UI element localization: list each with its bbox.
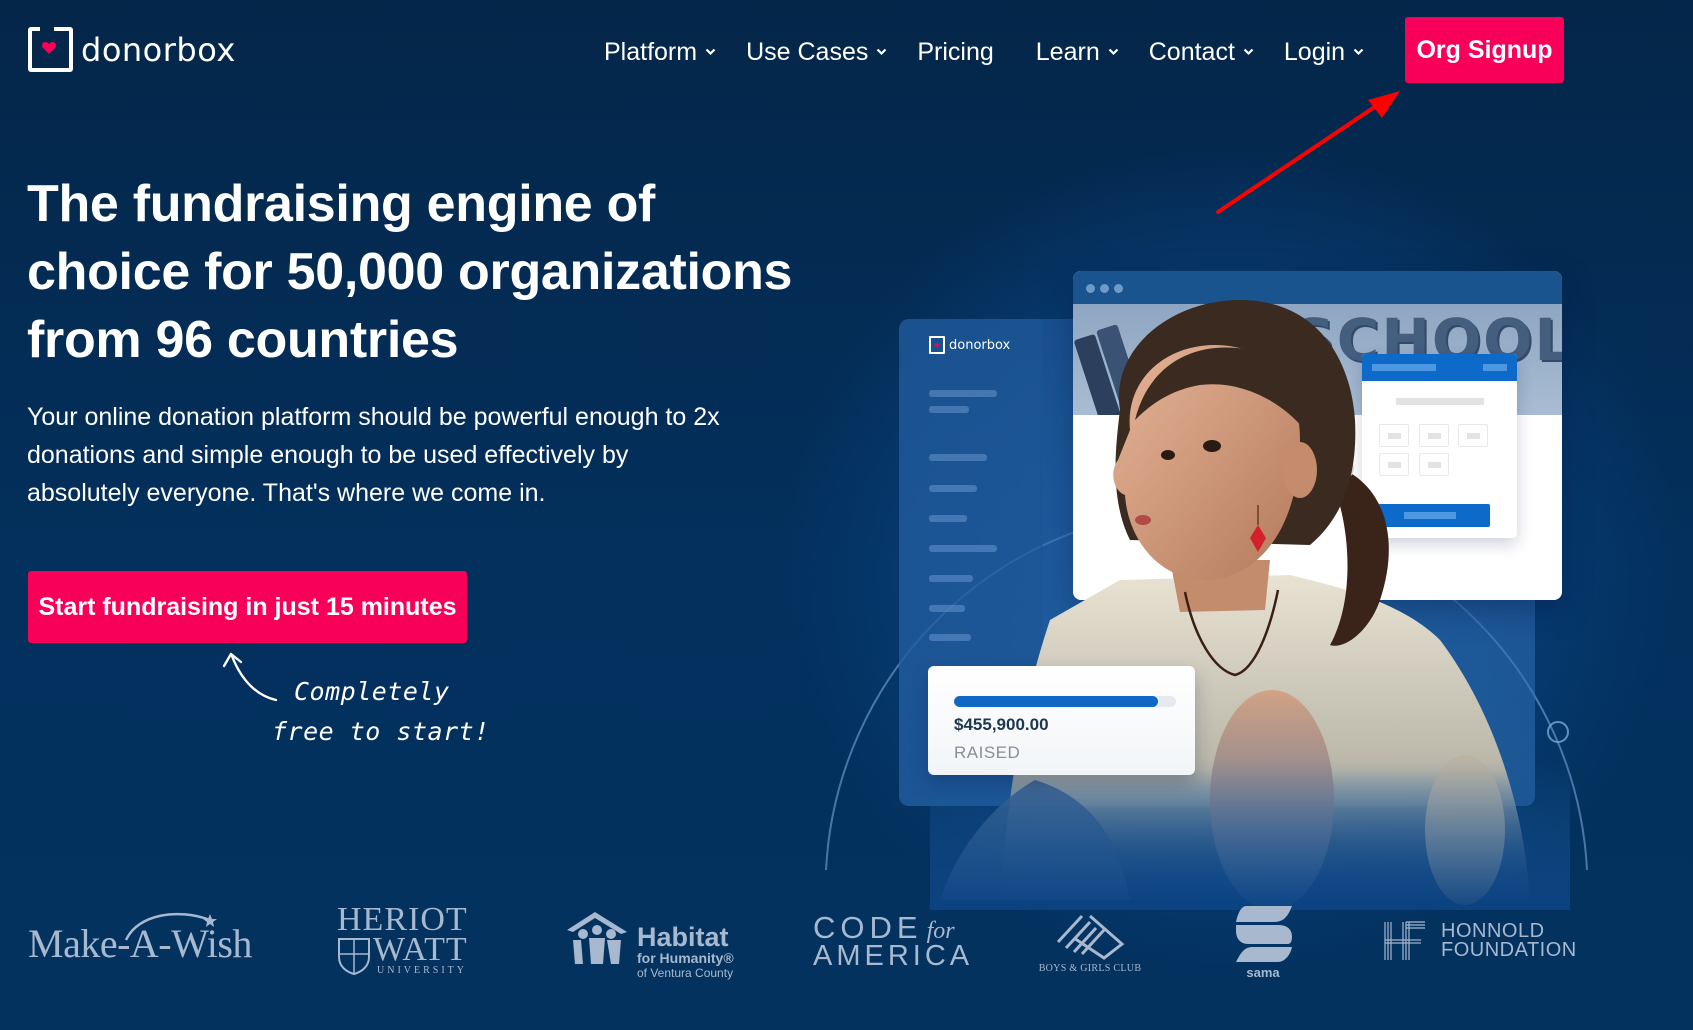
sidebar-placeholder-line [929, 545, 997, 552]
form-placeholder-title [1396, 398, 1484, 405]
sidebar-placeholder-line [929, 575, 973, 582]
foundation-text: FOUNDATION [1441, 939, 1577, 961]
mini-logo-icon [929, 336, 945, 354]
hero-subtext: Your online donation platform should be … [27, 403, 720, 507]
partner-logo-heriot-watt: HERIOT WATT UNIVERSITY [337, 903, 468, 977]
sidebar-placeholder-line [929, 406, 969, 413]
nav-login-label: Login [1283, 37, 1346, 66]
window-dot-icon [1100, 284, 1109, 293]
star-swoosh-icon [124, 912, 217, 941]
nav-use-cases[interactable]: Use Cases [746, 38, 887, 67]
nav-platform[interactable]: Platform [604, 38, 716, 67]
sama-s-icon [1236, 906, 1292, 962]
main-nav: Platform Use Cases Pricing Learn Contact… [604, 32, 1394, 72]
chevron-down-icon [1108, 48, 1119, 56]
browser-titlebar [1073, 271, 1562, 304]
donation-form-mockup [1362, 354, 1517, 538]
chevron-down-icon [1243, 48, 1254, 56]
amount-option-placeholder [1419, 424, 1449, 447]
sidebar-placeholder-line [929, 390, 997, 397]
orbit-node-icon [1547, 721, 1569, 743]
partner-logo-code-for-america: CODE for AMERICA [813, 910, 974, 973]
partner-logo-sama: sama [1232, 904, 1294, 980]
hf-monogram-icon [1384, 921, 1425, 960]
raised-amount-card: $455,900.00 RAISED [928, 666, 1195, 775]
amount-option-placeholder [1419, 453, 1449, 476]
clasped-hands-icon [1056, 914, 1125, 960]
raised-amount: $455,900.00 [954, 715, 1049, 734]
partner-logos-row: Make-A-Wish HERIOT WATT UNIVERSITY Habit… [0, 890, 1693, 1000]
partner-logo-honnold-foundation: HONNOLD FOUNDATION [1383, 920, 1577, 962]
window-dot-icon [1114, 284, 1123, 293]
hint-line-1: Completely [294, 677, 450, 706]
nav-learn[interactable]: Learn [1036, 38, 1119, 67]
amount-option-placeholder [1379, 453, 1409, 476]
start-fundraising-button[interactable]: Start fundraising in just 15 minutes [28, 571, 467, 643]
university-shield-icon [338, 938, 370, 975]
ventura-county-text: of Ventura County [637, 966, 734, 980]
chevron-down-icon [1353, 48, 1364, 56]
annotation-arrow-icon [1216, 91, 1400, 214]
boys-girls-club-text: BOYS & GIRLS CLUB [1038, 963, 1142, 974]
sidebar-placeholder-line [929, 605, 965, 612]
logo-text: donorbox [81, 30, 236, 69]
sidebar-placeholder-line [929, 485, 977, 492]
form-donate-placeholder-button [1378, 504, 1490, 527]
nav-pricing[interactable]: Pricing [917, 38, 993, 67]
america-text: AMERICA [813, 940, 974, 972]
logo-box-icon [28, 26, 73, 72]
org-signup-button[interactable]: Org Signup [1405, 17, 1564, 83]
fundraising-progress-bar [954, 696, 1176, 707]
sama-text: sama [1246, 965, 1280, 980]
mini-logo-text: donorbox [949, 337, 1011, 353]
donorbox-logo[interactable]: donorbox [28, 26, 236, 72]
nav-use-cases-label: Use Cases [746, 37, 869, 66]
partner-logo-make-a-wish: Make-A-Wish [28, 912, 252, 967]
habitat-text: Habitat [637, 922, 729, 952]
raised-label: RAISED [954, 743, 1021, 762]
nav-login[interactable]: Login [1284, 38, 1364, 67]
partner-logo-boys-girls-club: BOYS & GIRLS CLUB [1030, 908, 1150, 974]
nav-platform-label: Platform [604, 37, 698, 66]
form-header [1362, 354, 1517, 381]
hero-headline: The fundraising engine of choice for 50,… [27, 175, 793, 369]
free-to-start-hint: Completely free to start! [272, 672, 492, 752]
nav-pricing-label: Pricing [917, 37, 994, 66]
for-humanity-text: for Humanity® [637, 950, 734, 966]
fundraising-progress-fill [954, 696, 1159, 707]
amount-option-placeholder [1458, 424, 1488, 447]
amount-option-placeholder [1379, 424, 1409, 447]
sidebar-placeholder-line [929, 454, 987, 461]
nav-contact[interactable]: Contact [1149, 38, 1254, 67]
chevron-down-icon [705, 48, 716, 56]
pencil-shape [1174, 314, 1230, 415]
pencil-shape [1226, 327, 1278, 415]
nav-learn-label: Learn [1035, 37, 1100, 66]
pencil-shape [1140, 339, 1188, 415]
sidebar-placeholder-line [929, 515, 967, 522]
heart-icon [41, 42, 57, 54]
sidebar-placeholder-line [929, 634, 971, 641]
mini-donorbox-logo: donorbox [929, 336, 1010, 354]
window-dot-icon [1086, 284, 1095, 293]
habitat-house-icon [567, 912, 627, 964]
nav-contact-label: Contact [1148, 37, 1235, 66]
hint-line-2: free to start! [272, 717, 490, 746]
chevron-down-icon [877, 48, 887, 56]
